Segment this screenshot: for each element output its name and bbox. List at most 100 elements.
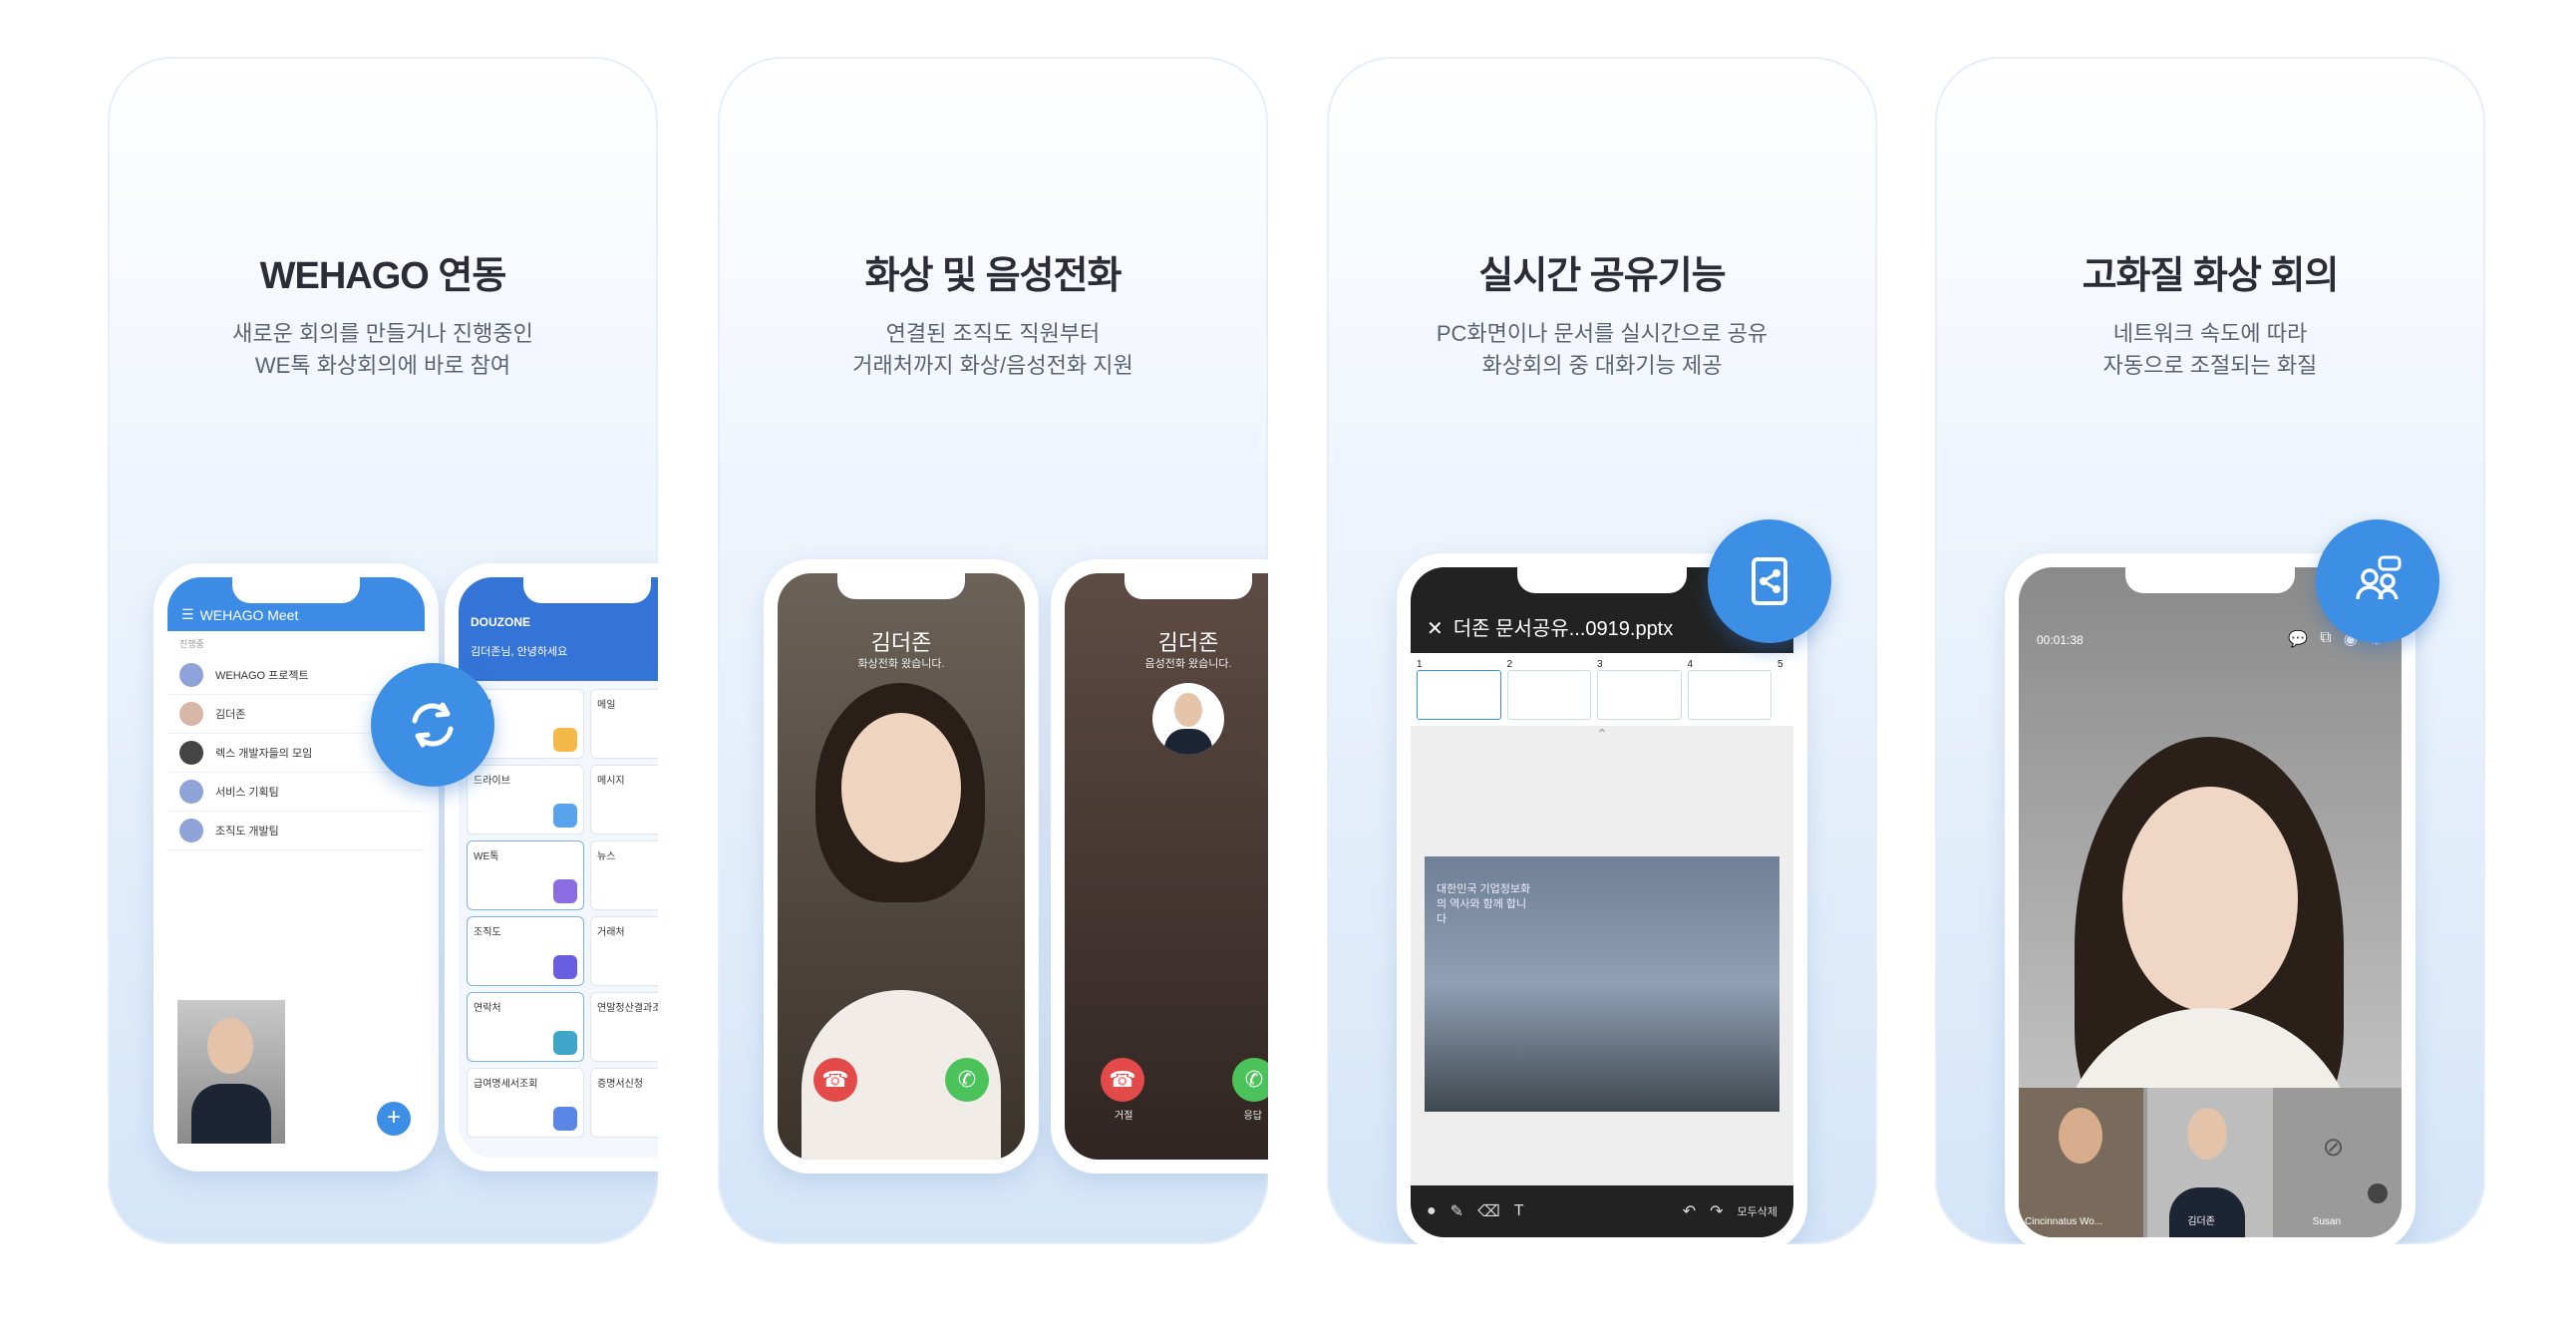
chat-icon: [553, 879, 577, 903]
phone-accept-icon: ✆: [1244, 1067, 1264, 1092]
annotation-toolbar: ● ✎ ⌫ T ↶ ↷ 모두삭제: [1411, 1185, 1793, 1237]
participants-button[interactable]: [2316, 519, 2439, 643]
participant-tile[interactable]: Cincinnatus Wo...: [2019, 1088, 2144, 1237]
share-button[interactable]: [1708, 519, 1831, 643]
participant-tile[interactable]: 김더존: [2147, 1088, 2273, 1237]
page-thumbnails: 1 2 3 4 5: [1411, 653, 1793, 726]
person-face: [207, 1018, 253, 1074]
person-suit: [191, 1084, 271, 1144]
card-subtitle: 새로운 회의를 만들거나 진행중인 WE톡 화상회의에 바로 참여: [108, 318, 658, 382]
phone-mockup: DOUZONE 김더존님, 안녕하세요 일정 메일 드라이브 메시지 WE톡 뉴…: [445, 563, 658, 1172]
greeting: 김더존님, 안녕하세요: [471, 646, 568, 658]
card-title: 실시간 공유기능: [1478, 255, 1726, 297]
participant-name: 김더존: [2187, 1216, 2215, 1227]
page-thumb[interactable]: 3: [1597, 659, 1682, 720]
slide-heading: 대한민국 기업정보화의 역사와 함께 합니다: [1437, 883, 1531, 925]
thumb-image: [1687, 670, 1771, 720]
app-tile[interactable]: 급여명세서조회: [467, 1068, 584, 1138]
card-subtitle-line: 자동으로 조절되는 화질: [2102, 353, 2318, 378]
phone-mockup: 00:01:38 💬 ⧉ ◉ ⚙ Cincinnatus Wo... 김더존: [2005, 553, 2415, 1244]
accept-button[interactable]: ✆: [1232, 1058, 1268, 1102]
phone-mockup: ☰ WEHAGO Meet 진행중 WEHAGO 프로젝트 김더존 렉스 개발자들…: [154, 563, 439, 1172]
add-meeting-button[interactable]: +: [377, 1102, 411, 1136]
list-item-label: WEHAGO 프로젝트: [215, 670, 309, 682]
app-tile[interactable]: WE톡: [467, 840, 584, 910]
phone-mockup: ✕ 더존 문서공유...0919.pptx 1 2 3 4 5 ⌃ 대한민국 기…: [1397, 553, 1807, 1244]
card-subtitle-line: 연결된 조직도 직원부터: [885, 321, 1101, 346]
decline-button[interactable]: ☎: [1101, 1058, 1144, 1102]
payslip-icon: [553, 1107, 577, 1131]
eraser-icon[interactable]: ⌫: [1477, 1201, 1500, 1221]
list-item-label: 조직도 개발팀: [215, 826, 279, 838]
app-tile[interactable]: 조직도: [467, 916, 584, 986]
redo-icon[interactable]: ↷: [1710, 1201, 1723, 1221]
tile-label: 메시지: [597, 776, 625, 787]
collapse-chevron-icon[interactable]: ⌃: [1411, 726, 1793, 743]
phone-notch: [1125, 573, 1252, 599]
app-tile[interactable]: 연락처: [467, 992, 584, 1062]
slide-view: 대한민국 기업정보화의 역사와 함께 합니다: [1425, 856, 1779, 1112]
card-subtitle: 네트워크 속도에 따라 자동으로 조절되는 화질: [1935, 318, 2485, 382]
participant-face: [2059, 1108, 2102, 1164]
card-subtitle-line: 거래처까지 화상/음성전화 지원: [852, 353, 1133, 378]
card-subtitle-line: 화상회의 중 대화기능 제공: [1481, 353, 1723, 378]
pencil-icon[interactable]: ✎: [1450, 1201, 1463, 1221]
undo-icon[interactable]: ↶: [1683, 1201, 1696, 1221]
avatar: [179, 780, 203, 804]
self-video-preview: [177, 1000, 285, 1144]
sync-button[interactable]: [371, 663, 494, 787]
tile-label: 뉴스: [597, 851, 616, 862]
tile-label: 증명서신청: [597, 1079, 643, 1090]
card-subtitle-line: 네트워크 속도에 따라: [2112, 321, 2308, 346]
list-item[interactable]: 서비스 기획팀: [167, 773, 425, 812]
decline-label: 거절: [827, 1111, 846, 1122]
avatar: [179, 702, 203, 726]
chat-icon[interactable]: 💬: [2288, 629, 2308, 649]
menu-icon[interactable]: ☰: [181, 606, 194, 623]
app-tile[interactable]: 연말정산결과조회: [590, 992, 658, 1062]
app-tile[interactable]: 거래처: [590, 916, 658, 986]
participant-tile[interactable]: ⊘ Susan: [2276, 1088, 2402, 1237]
page-number: 2: [1506, 659, 1513, 670]
card-subtitle: PC화면이나 문서를 실시간으로 공유 화상회의 중 대화기능 제공: [1327, 318, 1877, 382]
call-status: 음성전화 왔습니다.: [1144, 658, 1232, 670]
participant-strip: Cincinnatus Wo... 김더존 ⊘ Susan: [2019, 1088, 2402, 1237]
list-item[interactable]: 조직도 개발팀: [167, 812, 425, 850]
page-thumb[interactable]: 5: [1777, 659, 1787, 720]
share-icon[interactable]: ⧉: [2320, 629, 2331, 649]
phone-screen: DOUZONE 김더존님, 안녕하세요 일정 메일 드라이브 메시지 WE톡 뉴…: [459, 577, 658, 1158]
caller-avatar: [1152, 683, 1224, 755]
phone-screen: ☰ WEHAGO Meet 진행중 WEHAGO 프로젝트 김더존 렉스 개발자들…: [167, 577, 425, 1158]
caller-face: [841, 713, 961, 862]
feature-card-wehago: WEHAGO 연동 새로운 회의를 만들거나 진행중인 WE톡 화상회의에 바로…: [108, 57, 658, 1244]
app-tile[interactable]: 드라이브: [467, 765, 584, 835]
app-tile[interactable]: 메일: [590, 689, 658, 759]
decline-label: 거절: [1115, 1111, 1133, 1122]
phone-screen: ✕ 더존 문서공유...0919.pptx 1 2 3 4 5 ⌃ 대한민국 기…: [1411, 567, 1793, 1237]
clear-all-button[interactable]: 모두삭제: [1738, 1203, 1777, 1219]
phone-mockup: 김더존 음성전화 왔습니다. ☎ 거절 ✆ 응답: [1051, 559, 1268, 1174]
decline-button[interactable]: ☎: [813, 1058, 857, 1102]
app-tile[interactable]: 증명서신청: [590, 1068, 658, 1138]
feature-card-calls: 화상 및 음성전화 연결된 조직도 직원부터 거래처까지 화상/음성전화 지원 …: [718, 57, 1268, 1244]
page-thumb[interactable]: 4: [1687, 659, 1771, 720]
tile-label: 메일: [597, 700, 616, 711]
call-status: 화상전화 왔습니다.: [857, 658, 945, 670]
accept-button[interactable]: ✆: [945, 1058, 989, 1102]
close-icon[interactable]: ✕: [1427, 616, 1444, 641]
app-title: WEHAGO Meet: [199, 607, 299, 623]
app-tile[interactable]: 뉴스: [590, 840, 658, 910]
page-thumb[interactable]: 1: [1417, 659, 1501, 720]
text-icon[interactable]: T: [1514, 1202, 1524, 1220]
thumb-image: [1597, 670, 1682, 720]
app-tile[interactable]: 메시지: [590, 765, 658, 835]
phone-mockup: 김더존 화상전화 왔습니다. ☎ 거절 ✆ 응답: [764, 559, 1039, 1174]
page-thumb[interactable]: 2: [1506, 659, 1591, 720]
refresh-icon: [412, 702, 454, 748]
card-title: WEHAGO 연동: [259, 255, 507, 297]
person-face: [1174, 693, 1202, 727]
pen-dot-icon[interactable]: ●: [1427, 1202, 1437, 1220]
thumb-image: [1506, 670, 1591, 720]
speaker-face: [2122, 787, 2298, 1012]
caller-name: 김더존: [870, 630, 932, 655]
